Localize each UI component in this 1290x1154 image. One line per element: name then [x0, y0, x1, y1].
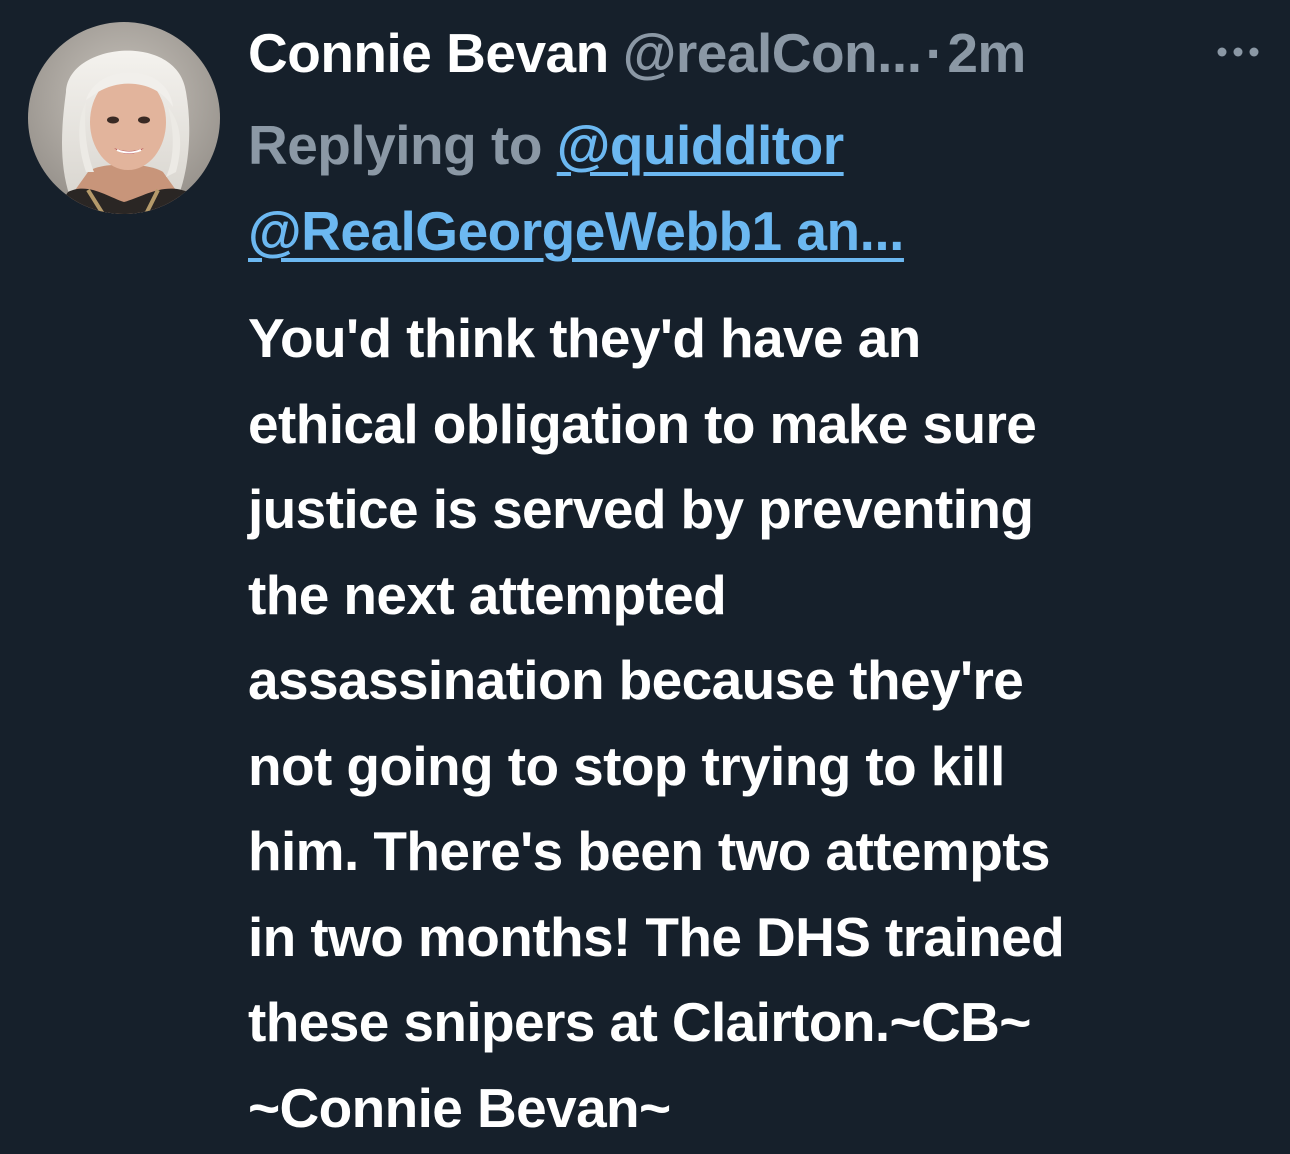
- tweet-text-line: justice is served by preventing: [248, 478, 1034, 540]
- mention-link-realgeorgewebb1[interactable]: @RealGeorgeWebb1 an...: [248, 200, 904, 262]
- tweet-text-line: the next attempted: [248, 563, 727, 626]
- replying-to-line-2: @RealGeorgeWebb1 an...: [248, 188, 1268, 274]
- profile-photo-icon: [28, 22, 220, 214]
- tweet-text: You'd think they'd have an ethical oblig…: [248, 296, 1268, 1151]
- replying-to-label: Replying to: [248, 114, 557, 176]
- tweet-text-line: ethical obligation to make sure: [248, 392, 1037, 455]
- separator-dot: ·: [925, 22, 944, 84]
- tweet-text-line: not going to stop trying to kill: [248, 734, 1005, 797]
- tweet-text-line: You'd think they'd have an: [248, 307, 921, 369]
- author-display-name[interactable]: Connie Bevan: [248, 21, 609, 85]
- tweet-text-line: these snipers at Clairton.~CB~: [248, 991, 1031, 1053]
- more-horizontal-icon: [1217, 47, 1259, 57]
- tweet-text-line: in two months! The DHS trained: [248, 905, 1065, 968]
- more-options-button[interactable]: [1210, 38, 1266, 66]
- tweet-card: Connie Bevan @realCon... · 2m Replying t…: [0, 0, 1290, 1154]
- tweet-text-line: ~Connie Bevan~: [248, 1076, 671, 1139]
- replying-to-line: Replying to @quidditor: [248, 102, 1268, 188]
- avatar[interactable]: [28, 22, 220, 214]
- tweet-timestamp[interactable]: 2m: [947, 21, 1026, 85]
- tweet-header: Connie Bevan @realCon... · 2m: [248, 18, 1026, 88]
- tweet-text-line: assassination because they're: [248, 649, 1024, 711]
- mention-link-quidditor[interactable]: @quidditor: [557, 114, 844, 176]
- tweet-text-line: him. There's been two attempts: [248, 820, 1051, 882]
- author-handle[interactable]: @realCon...: [623, 21, 922, 85]
